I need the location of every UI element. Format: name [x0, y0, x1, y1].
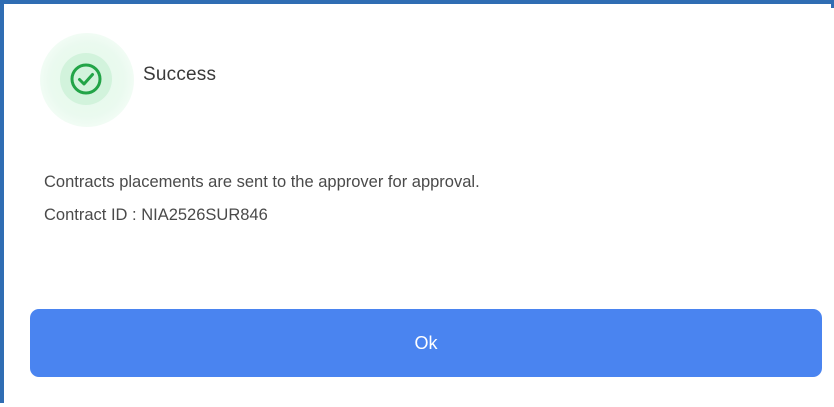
ok-button[interactable]: Ok	[30, 309, 822, 377]
check-circle-icon	[70, 63, 102, 95]
window-frame: Success Contracts placements are sent to…	[0, 0, 834, 407]
dialog-header: Success	[8, 8, 834, 158]
dialog-message: Contracts placements are sent to the app…	[44, 166, 480, 232]
message-line-approval: Contracts placements are sent to the app…	[44, 173, 480, 191]
dialog-title: Success	[143, 64, 217, 85]
success-dialog: Success Contracts placements are sent to…	[8, 8, 834, 407]
message-line-contract-id: Contract ID : NIA2526SUR846	[44, 206, 268, 224]
